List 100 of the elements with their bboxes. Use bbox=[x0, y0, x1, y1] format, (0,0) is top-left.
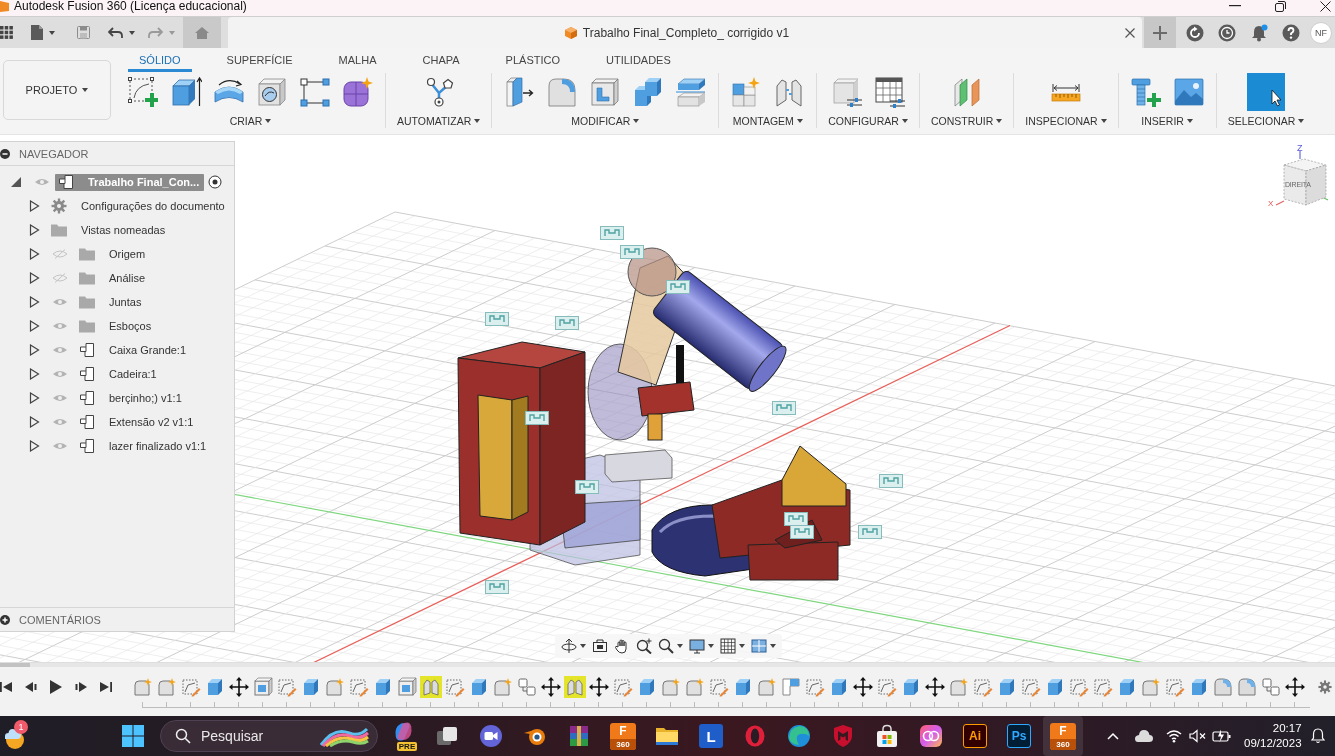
table-sliders-icon[interactable] bbox=[873, 76, 906, 108]
caret-icon[interactable] bbox=[265, 119, 272, 123]
sketch-pencil-icon[interactable] bbox=[972, 676, 994, 698]
caret-icon[interactable] bbox=[739, 644, 745, 648]
help-icon[interactable] bbox=[1282, 23, 1300, 42]
app-tile[interactable]: F 360 bbox=[1050, 722, 1076, 750]
sketch-pencil-icon[interactable] bbox=[708, 676, 730, 698]
expand-arrow-icon[interactable] bbox=[28, 320, 40, 332]
four-squares-logo-icon[interactable] bbox=[121, 724, 145, 748]
sketch-pencil-icon[interactable] bbox=[1092, 676, 1114, 698]
caret-icon[interactable] bbox=[633, 119, 640, 123]
toolbar-tab[interactable]: CHAPA bbox=[411, 51, 471, 72]
tree-item[interactable]: Configurações do documento bbox=[48, 197, 230, 215]
tree-item[interactable]: lazer finalizado v1:1 bbox=[76, 437, 212, 455]
app-tile[interactable]: L bbox=[699, 724, 723, 748]
caret-icon[interactable] bbox=[901, 119, 908, 123]
group-menu-button[interactable]: MODIFICAR bbox=[571, 114, 640, 128]
picture-icon[interactable] bbox=[1172, 76, 1205, 108]
grid-icon[interactable] bbox=[720, 638, 736, 654]
square-nodes-icon[interactable] bbox=[299, 76, 331, 108]
new-tab-button[interactable] bbox=[1144, 17, 1176, 48]
expand-arrow-icon[interactable] bbox=[28, 416, 40, 428]
tree-item[interactable]: Esboços bbox=[76, 317, 157, 335]
taskbar-button[interactable]: F 360 bbox=[603, 716, 643, 756]
group-menu-button[interactable]: INSERIR bbox=[1141, 114, 1193, 128]
tree-item[interactable]: Vistas nomeadas bbox=[48, 221, 171, 239]
expand-arrow-icon[interactable] bbox=[28, 296, 40, 308]
caret-icon[interactable] bbox=[677, 644, 683, 648]
undo-icon[interactable] bbox=[108, 26, 123, 39]
sketch-pencil-icon[interactable] bbox=[444, 676, 466, 698]
file-icon[interactable] bbox=[31, 25, 43, 40]
expand-arrow-icon[interactable] bbox=[28, 440, 40, 452]
shield-logo-icon[interactable] bbox=[831, 724, 855, 748]
box-arrow-icon[interactable] bbox=[170, 76, 202, 108]
cube-sliders-icon[interactable] bbox=[830, 76, 863, 108]
group-menu-button[interactable]: CRIAR bbox=[229, 114, 272, 128]
toolbar-tab[interactable]: PLÁSTICO bbox=[494, 51, 571, 72]
tree-item[interactable]: Análise bbox=[76, 269, 151, 287]
play-icon[interactable] bbox=[50, 680, 62, 694]
app-tile[interactable]: F 360 bbox=[610, 722, 636, 750]
caret-icon[interactable] bbox=[770, 644, 776, 648]
stacked-plates-icon[interactable] bbox=[675, 76, 708, 108]
scrollbar-thumb[interactable] bbox=[0, 663, 30, 667]
bell-icon[interactable] bbox=[1310, 728, 1325, 744]
sketch-pencil-icon[interactable] bbox=[1164, 676, 1186, 698]
caret-icon[interactable] bbox=[796, 119, 803, 123]
step-forward-icon[interactable] bbox=[75, 681, 87, 693]
search-icon[interactable] bbox=[175, 728, 191, 744]
speaker-muted-icon[interactable] bbox=[1189, 729, 1207, 743]
restore-icon[interactable] bbox=[1275, 0, 1286, 12]
sketch-pencil-icon[interactable] bbox=[1068, 676, 1090, 698]
magnifier-icon[interactable] bbox=[658, 638, 674, 654]
close-icon[interactable] bbox=[1125, 27, 1135, 38]
group-menu-button[interactable]: CONSTRUIR bbox=[930, 114, 1003, 128]
app-tile[interactable]: Ai bbox=[963, 724, 987, 748]
cube-circle-icon[interactable] bbox=[256, 76, 288, 108]
group-menu-button[interactable]: MONTAGEM bbox=[732, 114, 803, 128]
rounded-cube-icon[interactable] bbox=[546, 76, 579, 108]
taskbar-button[interactable]: Ai bbox=[955, 716, 995, 756]
tree-item[interactable]: berçinho;) v1:1 bbox=[76, 389, 187, 407]
toolbar-tab[interactable]: MALHA bbox=[327, 51, 388, 72]
rings-tile-icon[interactable] bbox=[919, 724, 943, 748]
ring-o-logo-icon[interactable] bbox=[743, 724, 767, 748]
avatar[interactable]: NF bbox=[1310, 21, 1332, 44]
move-arrows-icon[interactable] bbox=[588, 676, 610, 698]
expand-arrow-icon[interactable] bbox=[28, 272, 40, 284]
bolt-plus-icon[interactable] bbox=[1129, 76, 1162, 108]
tree-item[interactable]: Extensão v2 v1:1 bbox=[76, 413, 199, 431]
hollow-cube-icon[interactable] bbox=[396, 676, 418, 698]
project-button[interactable]: PROJETO bbox=[3, 60, 111, 120]
expand-arrow-icon[interactable] bbox=[28, 344, 40, 356]
expand-icon[interactable] bbox=[0, 614, 10, 625]
screen-box-icon[interactable] bbox=[592, 638, 608, 654]
expand-arrow-icon[interactable] bbox=[28, 248, 40, 260]
move-arrows-icon[interactable] bbox=[228, 676, 250, 698]
stacked-windows-icon[interactable] bbox=[435, 724, 459, 748]
caret-icon[interactable] bbox=[474, 119, 481, 123]
dashed-square-plus-icon[interactable] bbox=[127, 76, 159, 108]
skip-to-start-icon[interactable] bbox=[0, 681, 12, 693]
app-tile[interactable]: Ps bbox=[1007, 724, 1031, 748]
hollow-cube-icon[interactable] bbox=[589, 76, 622, 108]
sketch-pencil-icon[interactable] bbox=[348, 676, 370, 698]
caret-icon[interactable] bbox=[49, 30, 55, 35]
books-stack-icon[interactable] bbox=[567, 724, 591, 748]
taskbar-button[interactable]: L bbox=[691, 716, 731, 756]
tree-item[interactable]: Caixa Grande:1 bbox=[76, 341, 192, 359]
sketch-pencil-icon[interactable] bbox=[1020, 676, 1042, 698]
hand-icon[interactable] bbox=[614, 638, 630, 654]
sketch-pencil-icon[interactable] bbox=[276, 676, 298, 698]
zoom-icon[interactable] bbox=[636, 638, 652, 654]
settings-icon[interactable] bbox=[1318, 680, 1332, 694]
taskbar-button[interactable]: F 360 bbox=[1043, 716, 1083, 756]
caret-icon[interactable] bbox=[1100, 119, 1107, 123]
taskbar-button[interactable]: Ps bbox=[999, 716, 1039, 756]
caret-icon[interactable] bbox=[129, 30, 135, 35]
caret-icon[interactable] bbox=[996, 119, 1003, 123]
video-chat-icon[interactable] bbox=[479, 724, 503, 748]
collapse-arrow-icon[interactable] bbox=[10, 176, 22, 188]
move-arrows-icon[interactable] bbox=[924, 676, 946, 698]
rounded-tile-sparkle-icon[interactable] bbox=[342, 76, 374, 108]
